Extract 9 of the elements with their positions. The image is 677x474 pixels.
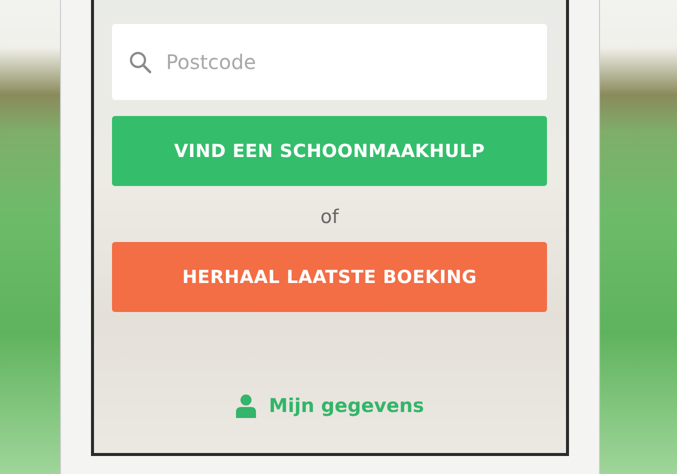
separator-text: of <box>320 206 339 228</box>
person-icon <box>234 394 257 418</box>
search-icon <box>128 50 152 74</box>
repeat-booking-button[interactable]: HERHAAL LAATSTE BOEKING <box>112 242 547 312</box>
profile-link-text: Mijn gegevens <box>268 395 424 417</box>
postcode-input[interactable]: Postcode <box>164 49 531 75</box>
search-field[interactable]: Postcode <box>112 24 547 100</box>
profile-link[interactable]: Mijn gegevens <box>234 394 424 418</box>
find-cleaner-button[interactable]: VIND EEN SCHOONMAAKHULP <box>112 116 547 186</box>
